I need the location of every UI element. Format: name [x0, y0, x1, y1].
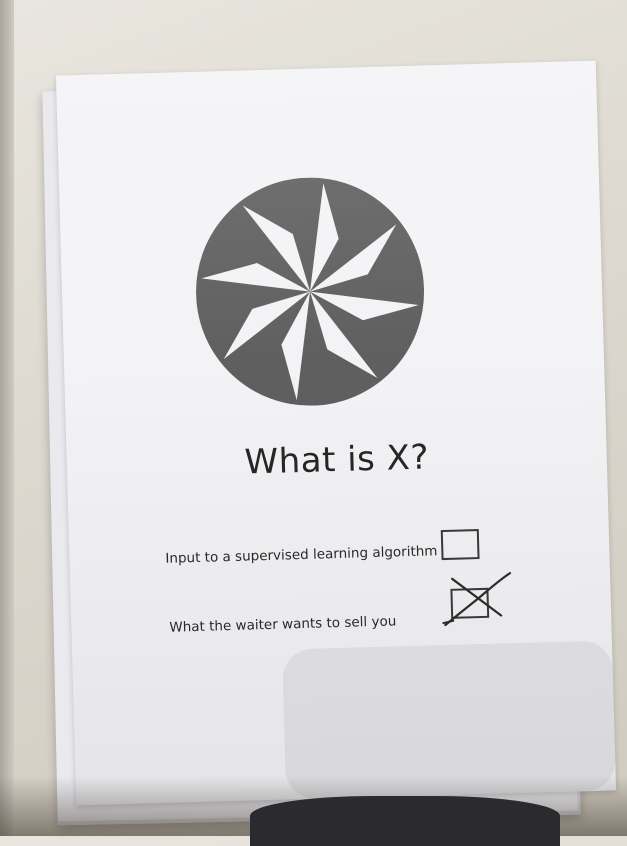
option-2-label: What the waiter wants to sell you [169, 613, 397, 636]
hand-silhouette [250, 796, 560, 846]
option-1-checkbox[interactable] [440, 529, 480, 561]
pinwheel-logo-icon [196, 177, 425, 406]
option-1-label: Input to a supervised learning algorithm [165, 543, 438, 567]
question-title: What is X? [243, 437, 430, 483]
handwritten-cross-mark-icon [442, 572, 512, 627]
question-sheet: What is X? Input to a supervised learnin… [55, 60, 617, 806]
table-edge [0, 0, 14, 836]
